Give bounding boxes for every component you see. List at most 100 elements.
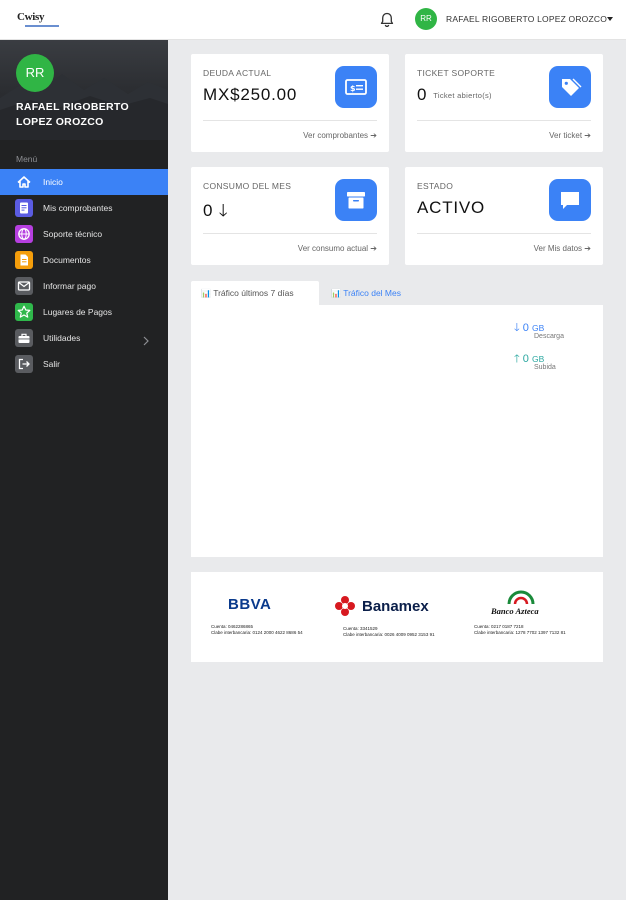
card-label: TICKET SOPORTE <box>417 68 496 78</box>
sidebar-item-label: Mis comprobantes <box>43 203 113 213</box>
profile-panel: RR RAFAEL RIGOBERTO LOPEZ OROZCO <box>0 40 168 140</box>
arrow-down-icon: 🡓 <box>218 201 229 220</box>
link-text: Ver consumo actual <box>297 244 369 253</box>
profile-name-line2: LOPEZ OROZCO <box>16 116 104 128</box>
banamex-logo-icon <box>333 594 357 618</box>
status-card: ESTADO ACTIVO Ver Mis datos ➔ <box>405 167 603 265</box>
download-unit: GB <box>531 323 545 333</box>
sidebar-item-label: Inicio <box>43 177 63 187</box>
sidebar-item-soporte[interactable]: Soporte técnico <box>0 221 168 247</box>
ticket-count: 0 <box>417 85 428 104</box>
user-avatar[interactable]: RR <box>415 8 437 30</box>
sidebar-item-label: Utilidades <box>43 333 81 343</box>
chevron-right-icon <box>142 333 150 346</box>
card-label: ESTADO <box>417 181 454 191</box>
tab-label: Tráfico últimos 7 días <box>213 288 294 298</box>
brand-logo[interactable]: Cwisy <box>17 11 61 31</box>
tab-label: Tráfico del Mes <box>343 288 401 298</box>
ticket-card: TICKET SOPORTE 0 Ticket abierto(s) Ver ti… <box>405 54 603 152</box>
link-text: Ver ticket <box>549 131 583 140</box>
menu-title: Menú <box>16 154 38 164</box>
usage-card: CONSUMO DEL MES 0 🡓 Ver consumo actual ➔ <box>191 167 389 265</box>
toolbox-icon <box>15 329 33 347</box>
sidebar-item-documentos[interactable]: Documentos <box>0 247 168 273</box>
receipt-icon <box>15 199 33 217</box>
traffic-panel: 🡓 0 GB Descarga 🡑 0 GB Subida <box>191 305 603 557</box>
bank-clabe-line: Clabe interbancaria: 0026 4009 0952 3153… <box>343 632 435 637</box>
bank-bbva: BBVA Cuenta: 0462286865 Clabe interbanca… <box>211 586 321 652</box>
archive-icon <box>335 179 377 221</box>
tab-traffic-month[interactable]: 📊 Tráfico del Mes <box>321 281 431 305</box>
arrow-down-icon: 🡓 <box>514 322 520 334</box>
arrow-right-icon: ➔ <box>584 131 591 140</box>
logout-icon <box>15 355 33 373</box>
bank-banamex: Banamex Cuenta: 3341529 Clabe interbanca… <box>333 586 458 652</box>
chart-bar-icon: 📊 <box>331 289 341 298</box>
tab-traffic-week[interactable]: 📊 Tráfico últimos 7 días <box>191 281 319 305</box>
chat-icon <box>549 179 591 221</box>
bank-azteca: Banco Azteca Cuenta: 0217 0187 7218 Clab… <box>474 586 594 652</box>
arrow-right-icon: ➔ <box>584 244 591 253</box>
sidebar-menu: Inicio Mis comprobantes Soporte técnico … <box>0 169 168 377</box>
sidebar-item-label: Documentos <box>43 255 91 265</box>
star-icon <box>15 303 33 321</box>
sidebar-item-label: Soporte técnico <box>43 229 103 239</box>
profile-avatar: RR <box>16 54 54 92</box>
view-my-data-link[interactable]: Ver Mis datos ➔ <box>534 244 591 253</box>
view-usage-link[interactable]: Ver consumo actual ➔ <box>298 244 377 253</box>
logo-text: Cwisy <box>17 11 45 23</box>
profile-name-line1: RAFAEL RIGOBERTO <box>16 101 129 113</box>
card-value: ACTIVO <box>417 198 486 217</box>
arrow-right-icon: ➔ <box>370 244 377 253</box>
card-value: 0 Ticket abierto(s) <box>417 85 492 105</box>
sidebar-item-salir[interactable]: Salir <box>0 351 168 377</box>
card-divider <box>417 233 591 234</box>
download-number: 0 <box>522 322 529 334</box>
money-icon: $ <box>335 66 377 108</box>
azteca-logo: Banco Azteca <box>491 606 539 616</box>
sidebar-item-lugares-pagos[interactable]: Lugares de Pagos <box>0 299 168 325</box>
view-ticket-link[interactable]: Ver ticket ➔ <box>549 131 591 140</box>
tag-icon <box>549 66 591 108</box>
card-divider <box>203 120 377 121</box>
card-label: DEUDA ACTUAL <box>203 68 272 78</box>
card-divider <box>203 233 377 234</box>
sidebar-item-inicio[interactable]: Inicio <box>0 169 168 195</box>
svg-text:$: $ <box>350 84 356 93</box>
azteca-logo-icon <box>507 590 535 606</box>
debt-card: DEUDA ACTUAL MX$250.00 $ Ver comprobante… <box>191 54 389 152</box>
bell-icon[interactable] <box>378 11 396 29</box>
upload-unit: GB <box>531 354 545 364</box>
link-text: Ver Mis datos <box>533 244 583 253</box>
sidebar: RR RAFAEL RIGOBERTO LOPEZ OROZCO Menú In… <box>0 40 168 900</box>
sidebar-item-informar-pago[interactable]: Informar pago <box>0 273 168 299</box>
chevron-down-icon[interactable] <box>607 17 613 21</box>
home-icon <box>15 173 33 191</box>
bank-clabe-line: Clabe interbancaria: 0124 2000 4622 8686… <box>211 630 303 635</box>
user-menu-name[interactable]: RAFAEL RIGOBERTO LOPEZ OROZCO <box>446 14 607 24</box>
bbva-logo: BBVA <box>228 596 272 613</box>
card-divider <box>417 120 591 121</box>
upload-label: Subida <box>534 364 556 371</box>
sidebar-item-label: Salir <box>43 359 61 369</box>
sidebar-item-comprobantes[interactable]: Mis comprobantes <box>0 195 168 221</box>
document-icon <box>15 251 33 269</box>
chart-bar-icon: 📊 <box>201 289 211 298</box>
arrow-up-icon: 🡑 <box>514 353 520 365</box>
sidebar-item-utilidades[interactable]: Utilidades <box>0 325 168 351</box>
bank-clabe-line: Clabe interbancaria: 1278 7702 1397 7132… <box>474 630 566 635</box>
download-label: Descarga <box>534 333 564 340</box>
view-receipts-link[interactable]: Ver comprobantes ➔ <box>303 131 377 140</box>
sidebar-item-label: Informar pago <box>43 281 96 291</box>
sidebar-item-label: Lugares de Pagos <box>43 307 112 317</box>
globe-icon <box>15 225 33 243</box>
profile-name: RAFAEL RIGOBERTO LOPEZ OROZCO <box>16 100 156 130</box>
link-text: Ver comprobantes <box>303 131 369 140</box>
usage-value: 0 <box>203 201 214 220</box>
logo-underline <box>25 25 59 27</box>
card-value: MX$250.00 <box>203 85 298 104</box>
bank-accounts-panel: BBVA Cuenta: 0462286865 Clabe interbanca… <box>191 572 603 662</box>
top-bar: Cwisy RR RAFAEL RIGOBERTO LOPEZ OROZCO <box>0 0 626 40</box>
card-value: 0 🡓 <box>203 198 228 227</box>
banamex-logo: Banamex <box>362 598 429 615</box>
